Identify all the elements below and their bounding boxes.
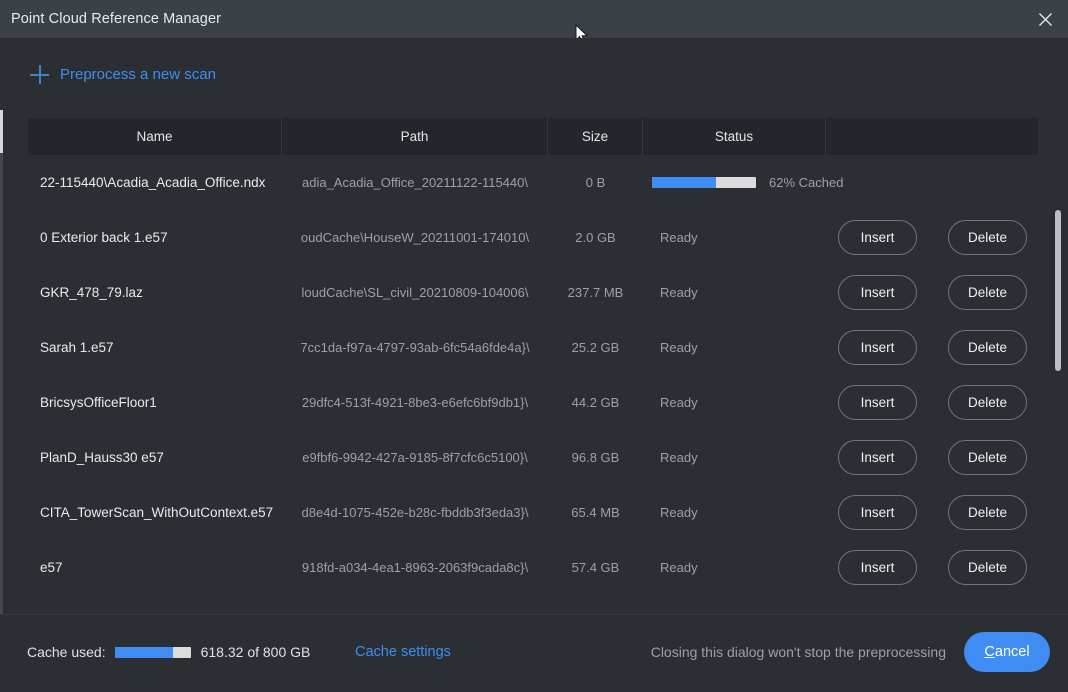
cache-used-amount: 618.32 of 800 GB bbox=[200, 644, 311, 660]
row-path: e9fbf6-9942-427a-9185-8f7cfc6c5100}\ bbox=[302, 450, 528, 465]
row-path: loudCache\SL_civil_20210809-104006\ bbox=[301, 285, 529, 300]
window-title: Point Cloud Reference Manager bbox=[11, 11, 222, 27]
vertical-scrollbar-track[interactable] bbox=[1055, 155, 1065, 615]
row-status-text: Ready bbox=[660, 285, 698, 300]
table-row[interactable]: PlanD_Hauss30 e57 e9fbf6-9942-427a-9185-8… bbox=[0, 430, 1055, 485]
delete-button[interactable]: Delete bbox=[948, 440, 1027, 475]
row-status: Ready bbox=[643, 540, 826, 595]
title-bar: Point Cloud Reference Manager bbox=[0, 0, 1068, 38]
row-actions bbox=[826, 155, 1055, 210]
row-status: 62% Cached bbox=[643, 155, 843, 210]
insert-button[interactable]: Insert bbox=[838, 495, 917, 530]
row-status-text: Ready bbox=[660, 505, 698, 520]
row-status: Ready bbox=[643, 375, 826, 430]
row-size: 57.4 GB bbox=[571, 560, 620, 575]
cache-used-indicator: Cache used: 618.32 of 800 GB bbox=[27, 644, 310, 660]
dialog-body: Preprocess a new scan Name Path Size Sta… bbox=[0, 38, 1068, 615]
row-path: 29dfc4-513f-4921-8be3-e6efc6bf9db1}\ bbox=[301, 395, 529, 410]
table-row[interactable]: BricsysOfficeFloor1 29dfc4-513f-4921-8be3… bbox=[0, 375, 1055, 430]
point-cloud-reference-manager-dialog: Point Cloud Reference Manager Preprocess… bbox=[0, 0, 1068, 692]
row-size: 96.8 GB bbox=[571, 450, 620, 465]
table-header: Name Path Size Status bbox=[28, 118, 1038, 155]
table-row[interactable]: Sarah 1.e57 7cc1da-f97a-4797-93ab-6fc54a6… bbox=[0, 320, 1055, 375]
row-actions: Insert Delete bbox=[826, 375, 1055, 430]
cancel-label-rest: ancel bbox=[994, 644, 1030, 660]
row-name: CITA_TowerScan_WithOutContext.e57 bbox=[40, 505, 274, 520]
row-status: Ready bbox=[643, 430, 826, 485]
row-name: GKR_478_79.laz bbox=[40, 285, 143, 300]
column-header-actions bbox=[826, 118, 1038, 155]
cancel-button[interactable]: Cancel bbox=[964, 632, 1050, 672]
insert-button[interactable]: Insert bbox=[838, 440, 917, 475]
delete-button[interactable]: Delete bbox=[948, 220, 1027, 255]
column-header-size[interactable]: Size bbox=[548, 118, 643, 155]
row-name: 0 Exterior back 1.e57 bbox=[40, 230, 168, 245]
row-name: Sarah 1.e57 bbox=[40, 340, 114, 355]
row-status-text: Ready bbox=[660, 450, 698, 465]
row-path: 7cc1da-f97a-4797-93ab-6fc54a6fde4a}\ bbox=[300, 340, 530, 355]
row-size: 44.2 GB bbox=[571, 395, 620, 410]
table-row[interactable]: CITA_TowerScan_WithOutContext.e57 d8e4d-1… bbox=[0, 485, 1055, 540]
table-row[interactable]: GKR_478_79.laz loudCache\SL_civil_2021080… bbox=[0, 265, 1055, 320]
insert-button[interactable]: Insert bbox=[838, 220, 917, 255]
table-body: 22-115440\Acadia_Acadia_Office.ndx adia_A… bbox=[0, 155, 1068, 615]
row-name: 22-115440\Acadia_Acadia_Office.ndx bbox=[40, 175, 266, 190]
insert-button[interactable]: Insert bbox=[838, 275, 917, 310]
row-actions: Insert Delete bbox=[826, 540, 1055, 595]
cache-used-label: Cache used: bbox=[27, 644, 106, 660]
table-row[interactable]: 0 Exterior back 1.e57 oudCache\HouseW_202… bbox=[0, 210, 1055, 265]
row-status-text: Ready bbox=[660, 560, 698, 575]
dialog-footer: Cache used: 618.32 of 800 GB Cache setti… bbox=[0, 614, 1068, 692]
delete-button[interactable]: Delete bbox=[948, 495, 1027, 530]
table-row[interactable]: 22-115440\Acadia_Acadia_Office.ndx adia_A… bbox=[0, 155, 1055, 210]
row-size: 25.2 GB bbox=[571, 340, 620, 355]
cache-settings-link[interactable]: Cache settings bbox=[355, 644, 451, 660]
row-actions: Insert Delete bbox=[826, 320, 1055, 375]
row-status: Ready bbox=[643, 485, 826, 540]
insert-button[interactable]: Insert bbox=[838, 330, 917, 365]
delete-button[interactable]: Delete bbox=[948, 330, 1027, 365]
row-path: oudCache\HouseW_20211001-174010\ bbox=[300, 230, 530, 245]
cache-used-progress-bar bbox=[114, 646, 191, 658]
row-name: e57 bbox=[40, 560, 63, 575]
row-status: Ready bbox=[643, 210, 826, 265]
column-header-path[interactable]: Path bbox=[282, 118, 548, 155]
row-size: 0 B bbox=[585, 175, 606, 190]
row-actions: Insert Delete bbox=[826, 430, 1055, 485]
table-row[interactable]: e57 918fd-a034-4ea1-8963-2063f9cada8c}\ 57… bbox=[0, 540, 1055, 595]
plus-icon bbox=[30, 65, 49, 84]
closing-note-text: Closing this dialog won't stop the prepr… bbox=[650, 644, 946, 660]
delete-button[interactable]: Delete bbox=[948, 385, 1027, 420]
insert-button[interactable]: Insert bbox=[838, 385, 917, 420]
row-path: d8e4d-1075-452e-b28c-fbddb3f3eda3}\ bbox=[301, 505, 529, 520]
row-name: PlanD_Hauss30 e57 bbox=[40, 450, 164, 465]
delete-button[interactable]: Delete bbox=[948, 275, 1027, 310]
row-status-text: Ready bbox=[660, 395, 698, 410]
column-header-name[interactable]: Name bbox=[28, 118, 282, 155]
row-actions: Insert Delete bbox=[826, 485, 1055, 540]
row-actions: Insert Delete bbox=[826, 210, 1055, 265]
insert-button[interactable]: Insert bbox=[838, 550, 917, 585]
preprocess-new-scan-label: Preprocess a new scan bbox=[60, 66, 216, 83]
row-status: Ready bbox=[643, 265, 826, 320]
left-edge-highlight bbox=[0, 110, 3, 153]
close-icon[interactable] bbox=[1022, 0, 1068, 38]
column-header-status[interactable]: Status bbox=[643, 118, 826, 155]
row-status-text: Ready bbox=[660, 340, 698, 355]
row-size: 65.4 MB bbox=[571, 505, 620, 520]
row-status-text: Ready bbox=[660, 230, 698, 245]
delete-button[interactable]: Delete bbox=[948, 550, 1027, 585]
row-path: adia_Acadia_Office_20211122-115440\ bbox=[301, 175, 528, 190]
row-size: 237.7 MB bbox=[567, 285, 624, 300]
row-size: 2.0 GB bbox=[575, 230, 616, 245]
row-actions: Insert Delete bbox=[826, 265, 1055, 320]
footer-divider bbox=[0, 614, 1068, 615]
row-progress-bar bbox=[652, 177, 756, 188]
vertical-scrollbar-thumb[interactable] bbox=[1055, 210, 1061, 371]
row-name: BricsysOfficeFloor1 bbox=[40, 395, 157, 410]
preprocess-new-scan-button[interactable]: Preprocess a new scan bbox=[30, 65, 216, 84]
row-status: Ready bbox=[643, 320, 826, 375]
cancel-accelerator: C bbox=[984, 644, 995, 660]
row-path: 918fd-a034-4ea1-8963-2063f9cada8c}\ bbox=[301, 560, 529, 575]
